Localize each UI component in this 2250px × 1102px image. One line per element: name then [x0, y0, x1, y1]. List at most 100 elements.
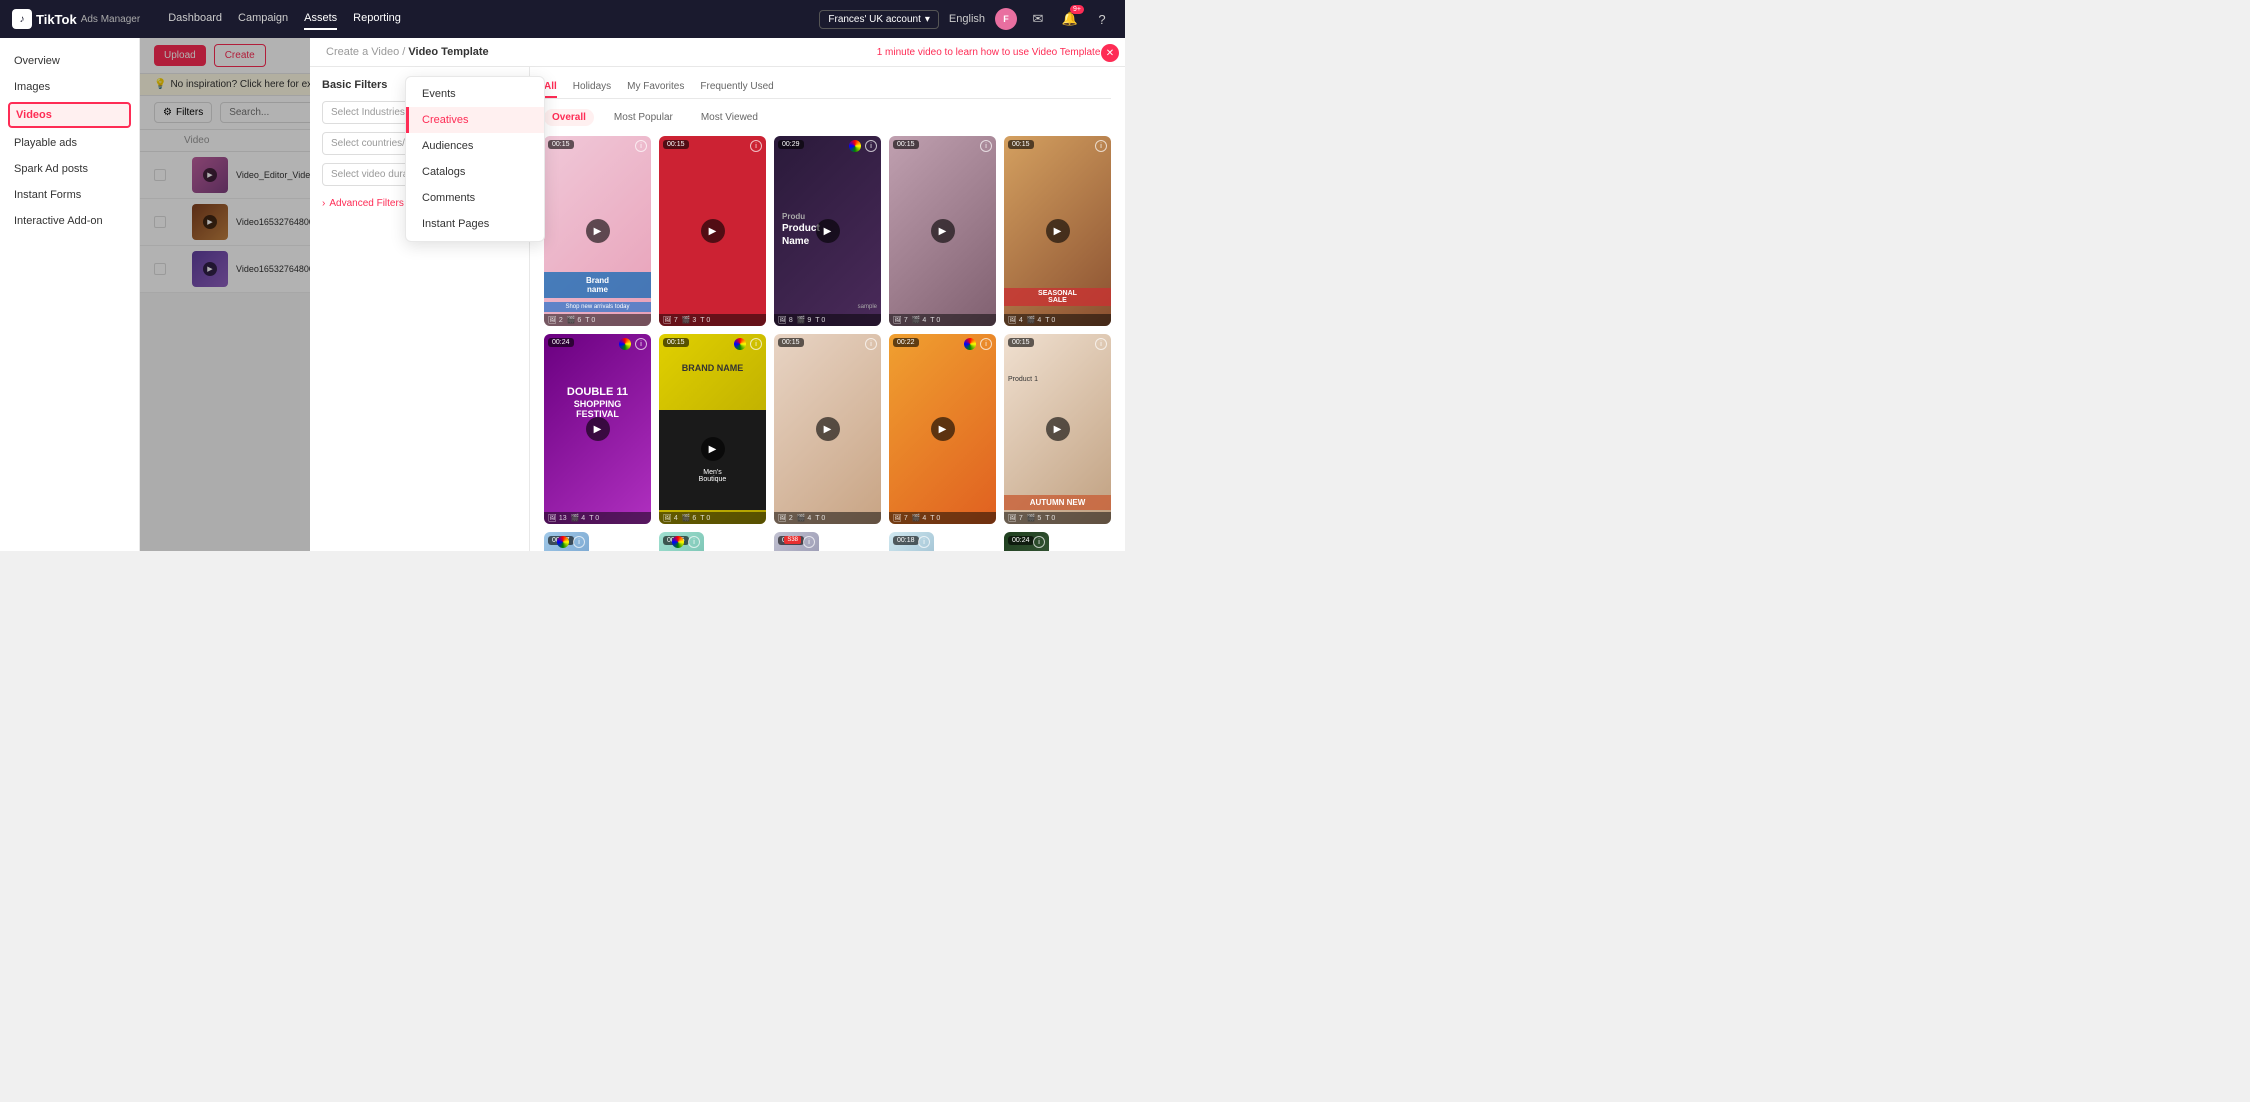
info-icon-14[interactable]: i: [918, 536, 930, 548]
sidebar-item-interactive[interactable]: Interactive Add-on: [0, 208, 139, 234]
color-icon-6: [619, 338, 631, 350]
stat-images-6: 🖼 13: [548, 514, 567, 522]
template-footer-5: 🖼 4 🎬 4 T 0: [1004, 314, 1111, 326]
modal-close-button[interactable]: ✕: [1101, 44, 1119, 62]
dropdown-events[interactable]: Events: [406, 81, 544, 107]
dropdown-comments[interactable]: Comments: [406, 185, 544, 211]
template-footer-7: 🖼 4 🎬 6 T 0: [659, 512, 766, 524]
stat-images-7: 🖼 4: [663, 514, 678, 522]
info-icon-9[interactable]: i: [980, 338, 992, 350]
template-card-1[interactable]: 00:15 i ▶ Brand name Shop new arrivals t…: [544, 136, 651, 326]
template-card-5[interactable]: 00:15 i ▶ SEASONAL SALE 🖼 4 🎬 4 T 0: [1004, 136, 1111, 326]
tab-holidays[interactable]: Holidays: [573, 77, 611, 98]
info-icon-4[interactable]: i: [980, 140, 992, 152]
sidebar-label-interactive: Interactive Add-on: [14, 215, 103, 227]
info-icon-3[interactable]: i: [865, 140, 877, 152]
dropdown-creatives[interactable]: Creatives: [406, 107, 544, 133]
template-card-15[interactable]: 00:24 i ▶ 💬: [1004, 532, 1049, 551]
templates-panel: All Holidays My Favorites Frequently Use…: [530, 67, 1125, 551]
info-icon-6[interactable]: i: [635, 338, 647, 350]
assets-dropdown-menu: Events Creatives Audiences Catalogs Comm…: [405, 76, 545, 242]
notifications-icon[interactable]: 🔔 9+: [1059, 8, 1081, 30]
template-duration-5: 00:15: [1008, 140, 1034, 149]
sidebar-item-playable[interactable]: Playable ads: [0, 130, 139, 156]
template-card-9[interactable]: 00:22 i ▶ 🖼 7 🎬 4 T 0: [889, 334, 996, 524]
dropdown-audiences[interactable]: Audiences: [406, 133, 544, 159]
template-card-13[interactable]: 00:15 S38 i ▶: [774, 532, 819, 551]
template-footer-10: 🖼 7 🎬 5 T 0: [1004, 512, 1111, 524]
nav-dashboard[interactable]: Dashboard: [168, 8, 222, 30]
play-button-7[interactable]: ▶: [701, 437, 725, 461]
messages-icon[interactable]: ✉: [1027, 8, 1049, 30]
tab-my-favorites[interactable]: My Favorites: [627, 77, 684, 98]
stat-texts-1: T 0: [585, 316, 595, 324]
template-card-4[interactable]: 00:15 i ▶ 🖼 7 🎬 4 T 0: [889, 136, 996, 326]
template-card-14[interactable]: 00:18 i ▶ BOOK NOW: [889, 532, 934, 551]
play-button-1[interactable]: ▶: [586, 219, 610, 243]
nav-reporting[interactable]: Reporting: [353, 8, 401, 30]
template-card-2[interactable]: 00:15 i ▶ 🖼 7 🎬 3 T 0: [659, 136, 766, 326]
account-selector[interactable]: Frances' UK account ▾: [819, 10, 939, 29]
info-icon-7[interactable]: i: [750, 338, 762, 350]
nav-assets[interactable]: Assets: [304, 8, 337, 30]
stat-clips-5: 🎬 4: [1027, 316, 1042, 324]
chevron-right-icon: ›: [322, 198, 325, 209]
sidebar-item-images[interactable]: Images: [0, 74, 139, 100]
color-icon-11: [557, 536, 569, 548]
info-icon-13[interactable]: i: [803, 536, 815, 548]
stat-texts-10: T 0: [1045, 514, 1055, 522]
advanced-filters-label: Advanced Filters: [329, 198, 403, 209]
nav-right: Frances' UK account ▾ English F ✉ 🔔 9+ ?: [819, 8, 1113, 30]
stat-clips-2: 🎬 3: [682, 316, 697, 324]
stat-clips-8: 🎬 4: [797, 514, 812, 522]
play-button-5[interactable]: ▶: [1046, 219, 1070, 243]
templates-grid: 00:15 i ▶ Brand name Shop new arrivals t…: [544, 136, 1111, 551]
info-icon-10[interactable]: i: [1095, 338, 1107, 350]
play-button-4[interactable]: ▶: [931, 219, 955, 243]
template-card-8[interactable]: 00:15 i ▶ 🖼 2 🎬 4 T 0: [774, 334, 881, 524]
sidebar-item-videos[interactable]: Videos: [8, 102, 131, 128]
template-duration-15: 00:24: [1008, 536, 1034, 545]
info-icon-1[interactable]: i: [635, 140, 647, 152]
info-icon-15[interactable]: i: [1033, 536, 1045, 548]
template-footer-3: 🖼 8 🎬 9 T 0: [774, 314, 881, 326]
avatar[interactable]: F: [995, 8, 1017, 30]
stat-clips-4: 🎬 4: [912, 316, 927, 324]
sidebar-item-forms[interactable]: Instant Forms: [0, 182, 139, 208]
sidebar-item-spark[interactable]: Spark Ad posts: [0, 156, 139, 182]
info-icon-11[interactable]: i: [573, 536, 585, 548]
breadcrumb: Create a Video / Video Template: [326, 46, 489, 58]
stat-images-2: 🖼 7: [663, 316, 678, 324]
play-button-9[interactable]: ▶: [931, 417, 955, 441]
play-button-10[interactable]: ▶: [1046, 417, 1070, 441]
play-button-6[interactable]: ▶: [586, 417, 610, 441]
help-icon[interactable]: ?: [1091, 8, 1113, 30]
tab-frequently-used[interactable]: Frequently Used: [700, 77, 773, 98]
template-duration-2: 00:15: [663, 140, 689, 149]
dropdown-catalogs[interactable]: Catalogs: [406, 159, 544, 185]
account-name: Frances' UK account: [828, 14, 921, 25]
play-button-3[interactable]: ▶: [816, 219, 840, 243]
dropdown-instant-pages[interactable]: Instant Pages: [406, 211, 544, 237]
template-card-12[interactable]: 00:25 i ▶: [659, 532, 704, 551]
info-icon-8[interactable]: i: [865, 338, 877, 350]
sidebar-item-overview[interactable]: Overview: [0, 48, 139, 74]
subtab-overall[interactable]: Overall: [544, 109, 594, 126]
template-card-7[interactable]: 00:15 i BRAND NAME ▶ Men'sBoutique: [659, 334, 766, 524]
subtab-most-popular[interactable]: Most Popular: [606, 109, 681, 126]
play-button-8[interactable]: ▶: [816, 417, 840, 441]
template-card-3[interactable]: 00:29 i Produ Product Name ▶ sample: [774, 136, 881, 326]
subtab-most-viewed[interactable]: Most Viewed: [693, 109, 766, 126]
stat-clips-3: 🎬 9: [797, 316, 812, 324]
template-card-6[interactable]: 00:24 i DOUBLE 11 SHOPPING FESTIVAL ▶ 🖼 …: [544, 334, 651, 524]
play-button-2[interactable]: ▶: [701, 219, 725, 243]
template-card-10[interactable]: 00:15 i Product 1 AUTUMN NEW ▶ 🖼 7: [1004, 334, 1111, 524]
template-card-11[interactable]: 00:17 i ▶: [544, 532, 589, 551]
info-icon-12[interactable]: i: [688, 536, 700, 548]
info-icon-2[interactable]: i: [750, 140, 762, 152]
info-icon-5[interactable]: i: [1095, 140, 1107, 152]
stat-clips-9: 🎬 4: [912, 514, 927, 522]
tab-all[interactable]: All: [544, 77, 557, 98]
nav-campaign[interactable]: Campaign: [238, 8, 288, 30]
help-link[interactable]: 1 minute video to learn how to use Video…: [877, 47, 1109, 58]
